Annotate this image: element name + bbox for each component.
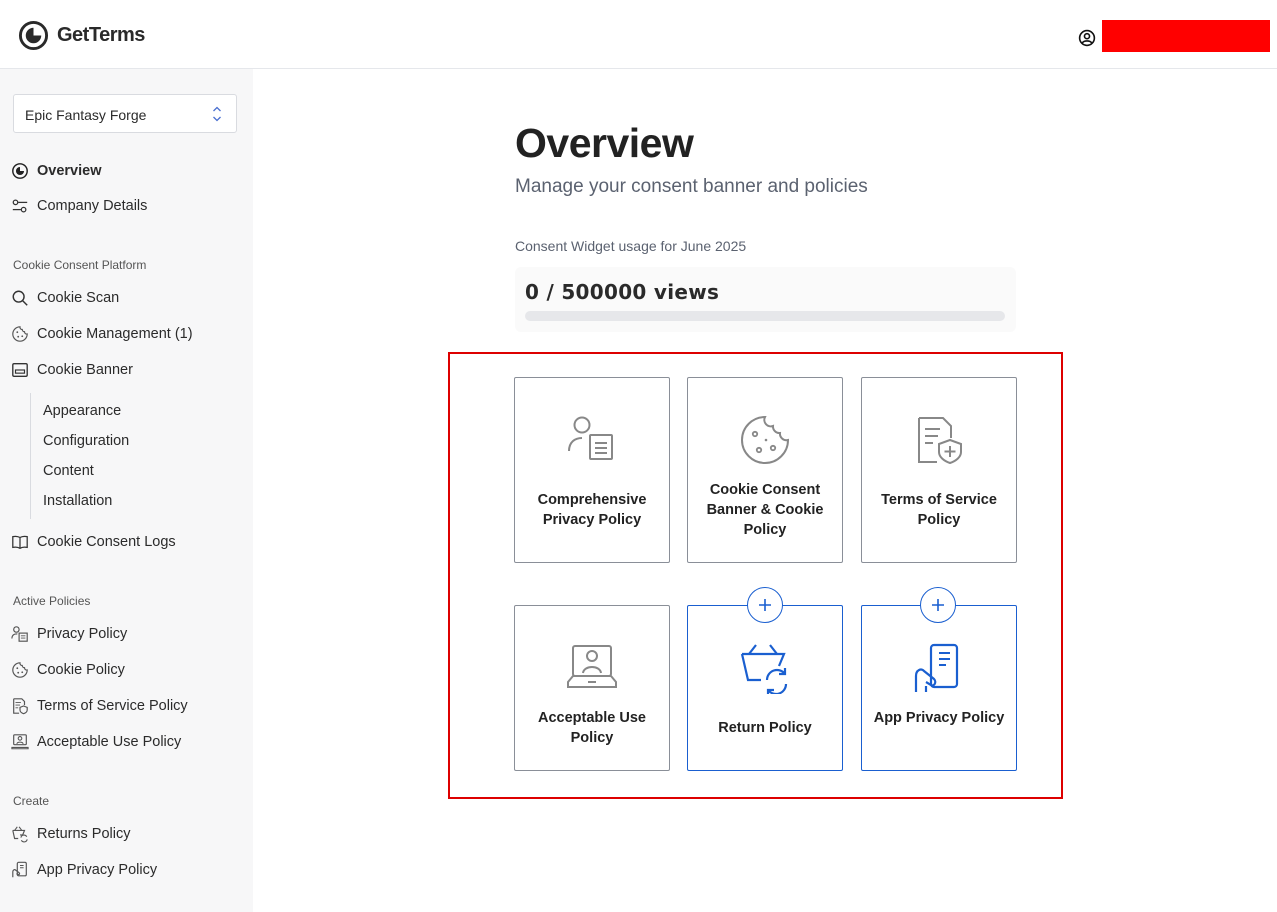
section-cookie-consent: Cookie Consent Platform (13, 258, 147, 272)
card-return-policy-label: Return Policy (718, 720, 812, 736)
nav-cookie-banner-label: Cookie Banner (37, 362, 133, 378)
nav-overview[interactable]: Overview (11, 160, 102, 182)
basket-refresh-icon (12, 826, 28, 843)
nav-acceptable-use[interactable]: Acceptable Use Policy (11, 731, 181, 753)
card-app-privacy-policy[interactable]: App Privacy Policy (861, 605, 1017, 771)
cookie-icon (12, 662, 28, 678)
nav-company-details[interactable]: Company Details (11, 195, 147, 217)
cookie-banner-submenu: Appearance Configuration Content Install… (30, 393, 230, 519)
nav-overview-label: Overview (37, 163, 102, 179)
nav-privacy-policy[interactable]: Privacy Policy (11, 623, 127, 645)
plus-icon (759, 599, 771, 611)
chevron-up-down-icon (213, 106, 221, 122)
nav-app-privacy-policy-label: App Privacy Policy (37, 862, 158, 878)
nav-returns-policy-label: Returns Policy (37, 826, 131, 842)
card-privacy-policy[interactable]: Comprehensive Privacy Policy (514, 377, 670, 563)
nav-installation[interactable]: Installation (43, 493, 112, 509)
card-cookie-policy[interactable]: Cookie Consent Banner & Cookie Policy (687, 377, 843, 563)
redacted-account-name[interactable] (1102, 20, 1270, 52)
nav-cookie-management[interactable]: Cookie Management (1) (11, 323, 193, 345)
nav-cookie-scan-label: Cookie Scan (37, 290, 120, 306)
search-icon (12, 290, 28, 306)
add-return-policy-button[interactable] (747, 587, 783, 623)
brand-name: GetTerms (57, 24, 145, 46)
nav-cookie-consent-logs[interactable]: Cookie Consent Logs (11, 531, 176, 553)
basket-refresh-icon (740, 644, 788, 694)
getterms-logo-icon (18, 20, 49, 51)
nav-cookie-scan[interactable]: Cookie Scan (11, 287, 119, 309)
nav-cookie-management-label: Cookie Management (1) (37, 326, 193, 342)
nav-terms-of-service[interactable]: Terms of Service Policy (11, 695, 188, 717)
brand-logo[interactable]: GetTerms (18, 20, 145, 51)
card-terms-of-service-label: Terms of Service Policy (881, 492, 997, 528)
usage-card: 0 / 500000 views (515, 267, 1016, 332)
card-cookie-policy-label: Cookie Consent Banner & Cookie Policy (706, 482, 824, 538)
site-selector-value: Epic Fantasy Forge (25, 107, 147, 123)
card-privacy-policy-label: Comprehensive Privacy Policy (537, 492, 647, 528)
nav-cookie-policy-label: Cookie Policy (37, 662, 125, 678)
nav-returns-policy[interactable]: Returns Policy (11, 823, 130, 845)
section-active-policies: Active Policies (13, 594, 91, 608)
nav-cookie-policy[interactable]: Cookie Policy (11, 659, 125, 681)
card-acceptable-use[interactable]: Acceptable Use Policy (514, 605, 670, 771)
laptop-user-icon (567, 645, 617, 688)
nav-appearance[interactable]: Appearance (43, 403, 121, 419)
top-bar: GetTerms (0, 0, 1277, 69)
page-subtitle: Manage your consent banner and policies (515, 176, 868, 197)
nav-cookie-banner[interactable]: Cookie Banner (11, 359, 133, 381)
usage-label: Consent Widget usage for June 2025 (515, 238, 747, 254)
nav-company-details-label: Company Details (37, 198, 148, 214)
cookie-icon (12, 326, 28, 342)
person-document-icon (11, 626, 28, 642)
document-shield-icon (13, 698, 28, 715)
usage-value: 0 / 500000 views (525, 280, 720, 304)
card-return-policy[interactable]: Return Policy (687, 605, 843, 771)
user-account-icon[interactable] (1078, 29, 1096, 47)
banner-icon (12, 363, 28, 377)
nav-privacy-policy-label: Privacy Policy (37, 626, 128, 642)
document-shield-icon (918, 417, 962, 465)
sidebar: Epic Fantasy Forge Overview Company Deta… (0, 69, 253, 912)
plus-icon (932, 599, 944, 611)
card-app-privacy-policy-label: App Privacy Policy (873, 710, 1005, 726)
phone-hand-icon (12, 861, 27, 878)
nav-configuration[interactable]: Configuration (43, 433, 129, 449)
book-icon (12, 535, 28, 550)
add-app-privacy-policy-button[interactable] (920, 587, 956, 623)
overview-icon (12, 163, 28, 179)
card-acceptable-use-label: Acceptable Use Policy (538, 710, 646, 746)
cookie-icon (741, 415, 790, 464)
usage-progress-bar (525, 311, 1005, 321)
nav-content[interactable]: Content (43, 463, 94, 479)
nav-terms-of-service-label: Terms of Service Policy (37, 698, 188, 714)
laptop-user-icon (11, 734, 29, 750)
phone-hand-icon (914, 643, 959, 692)
site-selector[interactable]: Epic Fantasy Forge (13, 94, 237, 133)
section-create: Create (13, 794, 50, 808)
nav-acceptable-use-label: Acceptable Use Policy (37, 734, 182, 750)
page-title: Overview (515, 120, 694, 166)
card-terms-of-service[interactable]: Terms of Service Policy (861, 377, 1017, 563)
nav-app-privacy-policy[interactable]: App Privacy Policy (11, 859, 157, 881)
person-document-icon (568, 416, 613, 460)
nav-cookie-consent-logs-label: Cookie Consent Logs (37, 534, 176, 550)
sliders-icon (12, 199, 28, 213)
